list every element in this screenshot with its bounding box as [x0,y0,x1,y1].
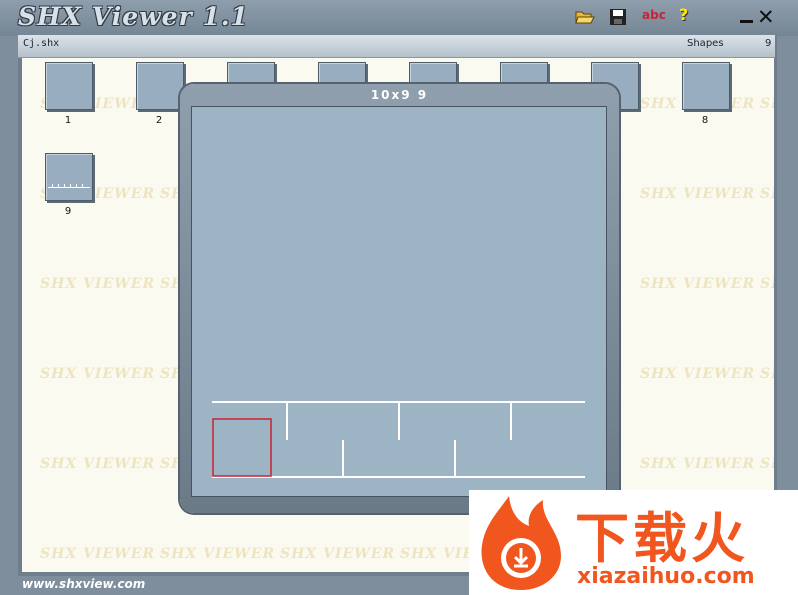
shape-preview-dialog[interactable]: 10x9 9 [180,84,619,513]
watermark: SHX VIEWER [40,456,156,472]
site-logo: 下载火 xiazaihuo.com [469,490,798,595]
preview-title: 10x9 9 [370,88,429,102]
minimize-button[interactable] [740,20,753,23]
floppy-save-icon[interactable] [609,8,629,26]
shape-tick [76,184,77,188]
watermark: SHX VIEWER [640,276,756,292]
shapes-count: 9 [765,38,772,49]
logo-url: xiazaihuo.com [577,564,755,589]
watermark: SHX VIEWER [640,366,756,382]
watermark: SHX VIEWER [640,456,756,472]
shape-tick [64,184,65,188]
folder-open-icon[interactable] [575,8,595,26]
watermark: SHX VIEWER [760,186,774,202]
watermark: SHX VIEWER [160,546,276,562]
thumbnail-label: 2 [155,115,163,126]
thumbnail-label: 8 [701,115,709,126]
watermark: SHX VIEWER [760,276,774,292]
shape-preview-line [48,187,90,188]
shape-tick [70,184,71,188]
logo-text: 下载火 [575,507,749,570]
file-name: Cj.shx [23,38,60,49]
close-button[interactable]: ✕ [757,7,775,28]
watermark: SHX VIEWER [760,456,774,472]
shape-thumbnail-8[interactable] [682,62,730,110]
help-button[interactable]: ? [679,5,688,24]
shapes-label: Shapes [687,38,724,49]
website-link[interactable]: www.shxview.com [22,577,145,591]
shape-tick [58,184,59,188]
preview-canvas [191,106,607,497]
watermark: SHX VIEWER [40,546,156,562]
watermark: SHX VIEWER [760,366,774,382]
shape-tick [52,184,53,188]
thumbnail-label: 9 [64,206,72,217]
shape-thumbnail-9[interactable] [45,153,93,201]
flame-logo-icon [481,496,561,590]
watermark: SHX VIEWER [640,186,756,202]
shape-drawing [212,401,585,478]
thumbnail-label: 1 [64,115,72,126]
shape-thumbnail-2[interactable] [136,62,184,110]
watermark: SHX VIEWER [40,276,156,292]
shape-tick [82,184,83,188]
app-title: SHX Viewer 1.1 [18,2,249,31]
font-text-button[interactable]: abc [642,8,666,22]
watermark: SHX VIEWER [40,366,156,382]
file-header: Cj.shx Shapes 9 [18,35,775,58]
watermark: SHX VIEWER [280,546,396,562]
shape-thumbnail-1[interactable] [45,62,93,110]
watermark: SHX VIEWER [760,96,774,112]
